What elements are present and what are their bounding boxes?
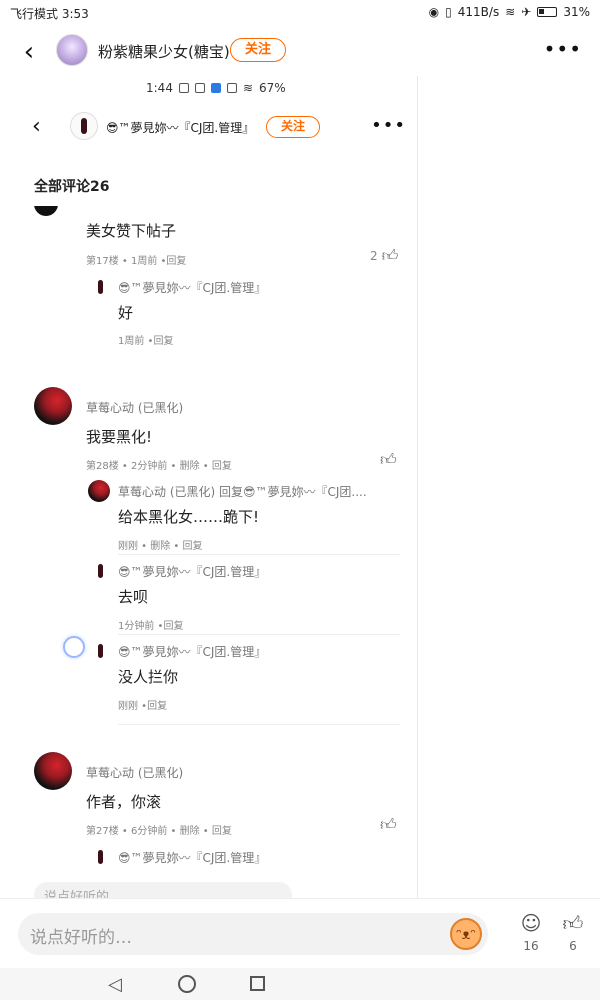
like-count: 2 👍︎ <box>370 246 398 266</box>
reply-user: 😎™夢見妳〰『CJ团.管理』 <box>118 281 267 295</box>
reply-user: 😎™夢見妳〰『CJ团.管理』 <box>118 851 267 865</box>
top-header: ‹ 粉紫糖果少女(糖宝) 关注 ••• <box>0 28 600 76</box>
divider <box>118 634 400 635</box>
reply-meta: 刚刚 •回复 <box>118 701 168 712</box>
nav-recents-icon[interactable] <box>250 976 265 991</box>
comment-meta: 第28楼 • 2分钟前 • 删除 • 回复 <box>86 461 232 472</box>
notification-icon <box>178 83 189 93</box>
inner-comment-input: 说点好听的 <box>34 882 292 898</box>
divider <box>118 554 400 555</box>
author-avatar[interactable] <box>56 34 88 66</box>
inner-follow-button: 关注 <box>266 116 321 138</box>
cast-icon <box>226 83 237 93</box>
inner-wifi-icon: ≋ <box>242 81 254 95</box>
emoji-icon[interactable]: ᵔᴥᵔ <box>450 918 482 950</box>
status-right: ◉ ▯ 411B/s ≋ ✈ 31% <box>429 5 590 19</box>
inner-header: ‹ 😎™夢見妳〰『CJ团.管理』 关注 ••• <box>0 106 417 150</box>
avatar <box>34 387 72 425</box>
avatar <box>34 206 58 216</box>
post-image: 1:44 ≋ 67% ‹ 😎™夢見妳〰『CJ团.管理』 关注 ••• 全部评论2… <box>0 76 418 898</box>
nav-back-icon[interactable]: ◁ <box>108 974 122 995</box>
comment-meta: 第27楼 • 6分钟前 • 删除 • 回复 <box>86 826 232 837</box>
comment-text: 作者，你滚 <box>86 793 162 811</box>
touch-indicator <box>63 636 85 658</box>
comment-text: 我要黑化! <box>86 428 153 446</box>
reply-text: 给本黑化女……跪下! <box>118 508 260 526</box>
divider <box>118 724 400 725</box>
status-bar: 飞行模式 3:53 ◉ ▯ 411B/s ≋ ✈ 31% <box>0 0 600 26</box>
bottom-bar: 说点好听的… ᵔᴥᵔ ☺ 16 👍︎ 6 <box>0 898 600 968</box>
follow-button[interactable]: 关注 <box>230 38 287 62</box>
inner-title: 😎™夢見妳〰『CJ团.管理』 <box>106 121 255 135</box>
reply-text: 好 <box>118 304 134 322</box>
back-arrow-icon[interactable]: ‹ <box>16 37 42 67</box>
like-button: 👍︎ <box>380 450 397 470</box>
comment-input[interactable]: 说点好听的… ᵔᴥᵔ <box>18 913 488 955</box>
reply-user: 草莓心动 (已黑化) 回复😎™夢見妳〰『CJ团.... <box>118 485 367 499</box>
comment-meta: 第17楼 • 1周前 •回复 <box>86 256 187 267</box>
system-nav-bar: ◁ <box>0 968 600 1000</box>
reply-user: 😎™夢見妳〰『CJ团.管理』 <box>118 565 267 579</box>
reply-avatar <box>90 640 110 662</box>
author-name[interactable]: 粉紫糖果少女(糖宝) <box>98 41 230 62</box>
battery-level: 31% <box>563 5 590 19</box>
inner-back-icon: ‹ <box>32 114 41 139</box>
avatar <box>34 752 72 790</box>
comment-text: 美女赞下帖子 <box>86 222 177 240</box>
reply-avatar <box>90 846 110 868</box>
nav-home-icon[interactable] <box>178 975 196 993</box>
thumbs-up-icon: 👍︎ <box>381 246 399 265</box>
battery-icon <box>537 7 558 17</box>
reply-avatar <box>90 560 110 582</box>
thumbs-up-icon: 👍︎ <box>380 450 397 469</box>
inner-status-bar: 1:44 ≋ 67% <box>146 81 286 95</box>
inner-avatar <box>70 112 98 140</box>
like-button[interactable]: 👍︎ 6 <box>558 911 588 953</box>
more-icon[interactable]: ••• <box>544 37 582 61</box>
inner-time: 1:44 <box>146 81 173 95</box>
cloud-icon <box>210 83 221 93</box>
reply-meta: 刚刚 • 删除 • 回复 <box>118 541 203 552</box>
reply-user: 😎™夢見妳〰『CJ团.管理』 <box>118 645 267 659</box>
reply-meta: 1周前 •回复 <box>118 336 174 347</box>
network-speed: 411B/s <box>457 5 500 19</box>
thumbs-up-icon: 👍︎ <box>380 815 397 834</box>
thumbs-up-icon: 👍︎ <box>562 911 584 935</box>
like-count: 6 <box>569 939 577 953</box>
comments-header: 全部评论26 <box>34 179 110 195</box>
eye-icon: ◉ <box>428 5 440 19</box>
reply-text: 去呗 <box>118 588 149 606</box>
comment-button[interactable]: ☺ 16 <box>516 911 546 953</box>
inner-more-icon: ••• <box>371 115 406 136</box>
reply-text: 没人拦你 <box>118 668 179 686</box>
comment-input-placeholder: 说点好听的… <box>30 928 132 948</box>
comment-user: 草莓心动 (已黑化) <box>86 401 184 415</box>
reply-avatar <box>90 276 110 298</box>
comment-user: 草莓心动 (已黑化) <box>86 766 184 780</box>
comment-icon: ☺ <box>520 911 542 935</box>
reply-avatar <box>88 480 110 502</box>
wifi-icon: ≋ <box>505 5 516 19</box>
notification-icon <box>194 83 205 93</box>
comment-count: 16 <box>523 939 539 953</box>
like-number: 2 <box>370 249 378 263</box>
airplane-icon: ✈ <box>521 5 532 19</box>
inner-battery: 67% <box>259 81 286 95</box>
reply-meta: 1分钟前 •回复 <box>118 621 184 632</box>
like-button: 👍︎ <box>380 815 397 835</box>
status-left: 飞行模式 3:53 <box>10 7 89 21</box>
vibrate-icon: ▯ <box>445 5 452 19</box>
